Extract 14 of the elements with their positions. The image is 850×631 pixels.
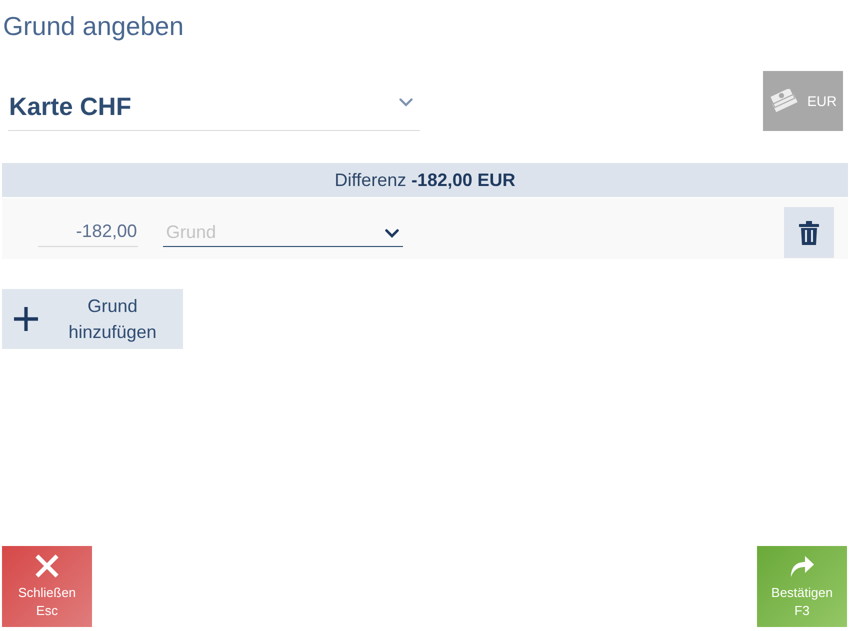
amount-field[interactable]: -182,00 bbox=[38, 218, 138, 246]
difference-text: Differenz -182,00 EUR bbox=[334, 170, 516, 190]
trash-icon bbox=[799, 220, 819, 244]
dialog-title: Grund angeben bbox=[3, 10, 184, 43]
close-icon bbox=[35, 554, 59, 578]
chevron-down-icon bbox=[399, 98, 413, 107]
curved-arrow-icon bbox=[789, 554, 815, 578]
close-button[interactable]: Schließen Esc bbox=[2, 546, 92, 627]
payment-method-dropdown[interactable]: Karte CHF bbox=[8, 85, 420, 131]
banknotes-icon bbox=[769, 89, 800, 113]
plus-icon bbox=[14, 307, 38, 331]
add-reason-button[interactable]: Grund hinzufügen bbox=[2, 289, 183, 349]
delete-button[interactable] bbox=[784, 207, 834, 258]
chevron-down-icon bbox=[385, 228, 399, 238]
